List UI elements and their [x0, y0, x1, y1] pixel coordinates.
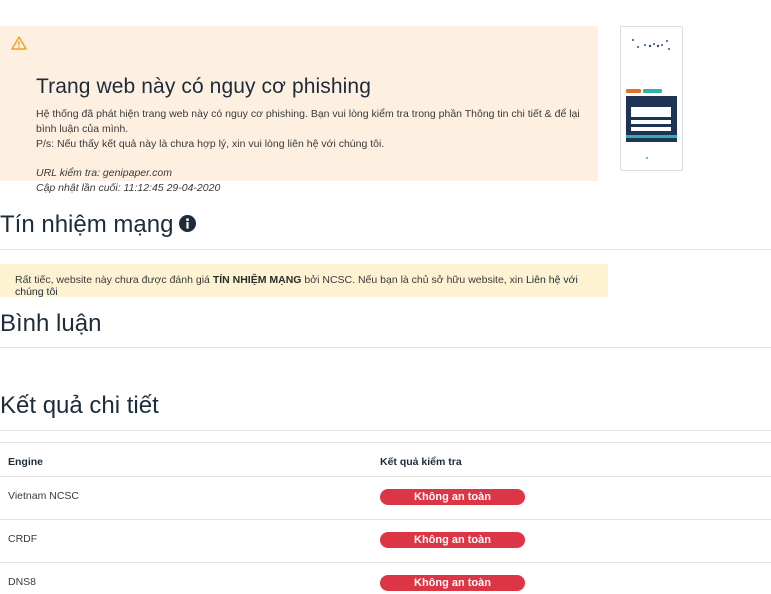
last-updated: Cập nhật lần cuối: 11:12:45 29-04-2020: [36, 182, 221, 194]
notice-text: Rất tiếc, website này chưa được đánh giá: [15, 274, 213, 286]
column-engine: Engine: [8, 456, 44, 468]
notice-bold: TÍN NHIỆM MẠNG: [212, 274, 302, 286]
details-title: Kết quả chi tiết: [0, 392, 159, 419]
column-result: Kết quả kiểm tra: [380, 456, 462, 468]
alert-ps-line: P/s: Nếu thấy kết quả này là chưa hợp lý…: [36, 138, 385, 150]
table-row: Vietnam NCSC Không an toàn: [0, 477, 771, 520]
thumbnail-image: [626, 39, 677, 159]
divider: [0, 347, 771, 348]
result-badge: Không an toàn: [380, 532, 525, 548]
comments-title: Bình luận: [0, 310, 102, 337]
info-icon[interactable]: [179, 215, 197, 233]
divider: [0, 430, 771, 431]
alert-description-line: Hệ thống đã phát hiện trang web này có n…: [36, 108, 580, 135]
reputation-notice: Rất tiếc, website này chưa được đánh giá…: [0, 264, 608, 298]
alert-meta: URL kiểm tra: genipaper.com Cập nhật lần…: [36, 166, 220, 196]
reputation-heading: Tín nhiệm mạng: [0, 211, 197, 239]
engine-name: CRDF: [8, 533, 38, 545]
engine-name: Vietnam NCSC: [8, 490, 79, 502]
checked-url: URL kiểm tra: genipaper.com: [36, 167, 172, 179]
notice-text-middle: bởi NCSC. Nếu bạn là chủ sở hữu website,…: [301, 274, 526, 286]
alert-title: Trang web này có nguy cơ phishing: [36, 75, 371, 98]
engine-name: DNS8: [8, 576, 37, 588]
table-row: CRDF Không an toàn: [0, 520, 771, 563]
phishing-alert: Trang web này có nguy cơ phishing Hệ thố…: [0, 26, 598, 194]
result-badge: Không an toàn: [380, 489, 525, 505]
reputation-title: Tín nhiệm mạng: [0, 211, 174, 238]
alert-description: Hệ thống đã phát hiện trang web này có n…: [36, 107, 586, 152]
divider: [0, 249, 771, 250]
website-thumbnail[interactable]: [620, 26, 683, 171]
table-row: DNS8 Không an toàn: [0, 563, 771, 594]
results-table-header: Engine Kết quả kiểm tra: [0, 442, 771, 477]
warning-icon: [11, 36, 27, 50]
result-badge: Không an toàn: [380, 575, 525, 591]
